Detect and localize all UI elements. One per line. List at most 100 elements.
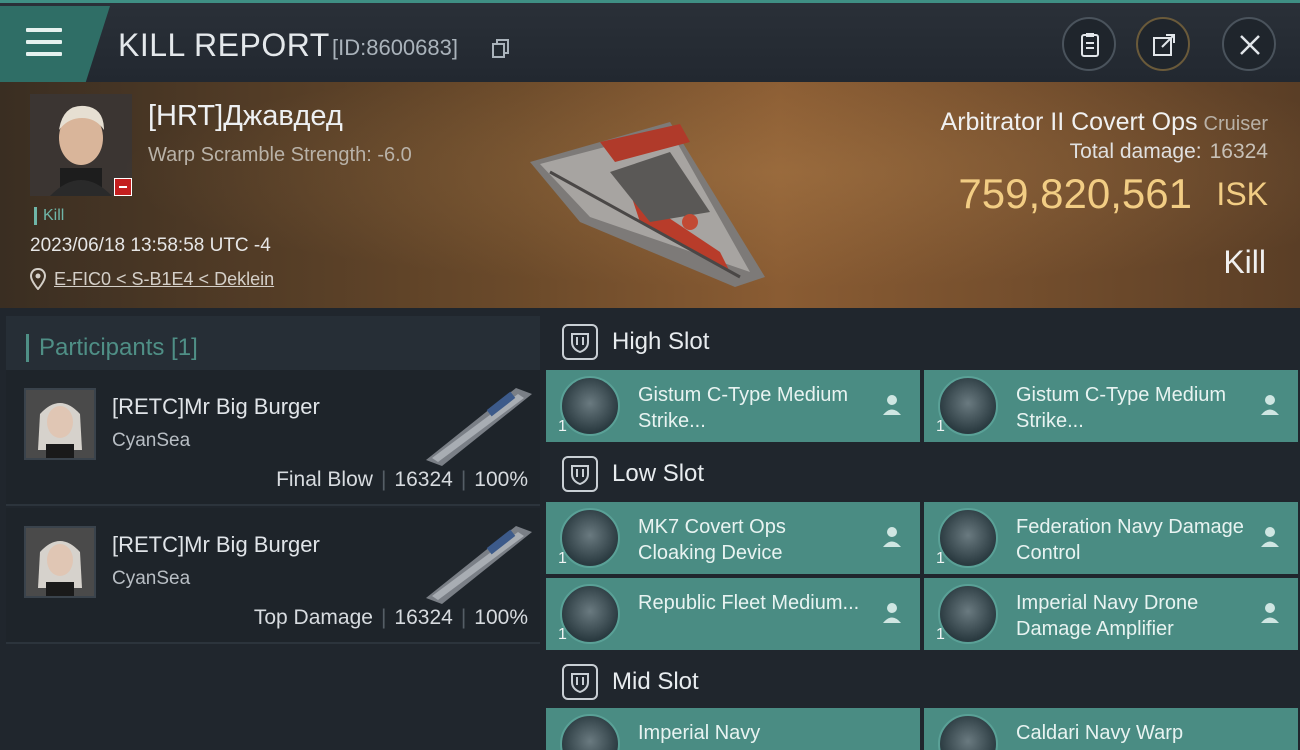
participant-name[interactable]: [RETC]Mr Big Burger: [112, 394, 320, 420]
cloaking-device-icon: [560, 508, 620, 568]
slot-shield-icon: [562, 324, 598, 360]
participant-corp: CyanSea: [112, 568, 191, 589]
ship-name[interactable]: Arbitrator II Covert Ops Cruiser: [941, 108, 1268, 137]
total-damage-value: 16324: [1209, 140, 1268, 163]
share-button[interactable]: [1136, 17, 1190, 71]
ship-image: [530, 122, 765, 287]
participant-role: Top Damage: [253, 606, 373, 629]
fitting-panel: High Slot 1 Gistum C-Type Medium Strike.…: [540, 308, 1300, 750]
module-quantity: 1: [936, 418, 945, 435]
ship-class: Cruiser: [1203, 113, 1268, 135]
ship-type: Arbitrator II Covert Ops: [940, 108, 1198, 136]
weapon-image: [426, 388, 532, 466]
person-icon: [1261, 603, 1279, 623]
mid-slot-header: Mid Slot: [546, 650, 1300, 712]
module-card[interactable]: Caldari Navy Warp: [924, 708, 1298, 750]
hamburger-icon: [26, 28, 62, 58]
person-icon: [883, 603, 901, 623]
location-pin-icon: [30, 268, 46, 290]
participant-damage: 16324: [394, 468, 453, 491]
total-damage-label: Total damage:: [1069, 140, 1202, 163]
slot-shield-icon: [562, 456, 598, 492]
person-icon: [883, 527, 901, 547]
participant-avatar[interactable]: [24, 388, 96, 460]
high-slot-label: High Slot: [612, 328, 710, 355]
participant-percent: 100%: [474, 606, 528, 629]
module-quantity: 1: [558, 418, 567, 435]
slot-shield-icon: [562, 664, 598, 700]
isk-value: 759,820,561: [958, 170, 1192, 217]
participant-corp: CyanSea: [112, 430, 191, 451]
participant-stats: Top Damage | 16324 | 100%: [254, 606, 528, 630]
victim-name[interactable]: [HRT]Джавдед: [148, 100, 343, 133]
module-name: Imperial Navy Drone Damage Amplifier: [1016, 592, 1199, 640]
module-name: Republic Fleet Medium...: [638, 592, 860, 614]
participant-name[interactable]: [RETC]Mr Big Burger: [112, 532, 320, 558]
isk-unit: ISK: [1216, 176, 1268, 212]
copy-icon[interactable]: [492, 39, 510, 59]
total-damage: Total damage: 16324: [1070, 140, 1268, 164]
status-badge: [114, 178, 132, 196]
top-bar: KILL REPORT [ID:8600683]: [0, 0, 1300, 82]
module-quantity: 1: [936, 550, 945, 567]
module-card[interactable]: 1 Gistum C-Type Medium Strike...: [924, 370, 1298, 442]
participant-role: Final Blow: [276, 468, 373, 491]
location-link[interactable]: E-FIC0 < S-B1E4 < Deklein: [54, 269, 274, 290]
share-icon: [1153, 34, 1175, 56]
module-name: Federation Navy Damage Control: [1016, 516, 1244, 564]
participant-avatar[interactable]: [24, 526, 96, 598]
participants-panel: Participants [1] [RETC]Mr Big Burger Cya…: [0, 308, 540, 750]
mid-slot-label: Mid Slot: [612, 668, 699, 695]
module-card[interactable]: 1 Imperial Navy Drone Damage Amplifier: [924, 578, 1298, 650]
weapon-image: [426, 526, 532, 604]
participant-portrait-image: [26, 528, 94, 596]
module-quantity: 1: [558, 550, 567, 567]
page-title: KILL REPORT: [118, 27, 330, 63]
clipboard-button[interactable]: [1062, 17, 1116, 71]
participant-row[interactable]: [RETC]Mr Big Burger CyanSea Top Damage | 1…: [6, 508, 540, 644]
drone-amplifier-icon: [938, 584, 998, 644]
module-name: MK7 Covert Ops Cloaking Device: [638, 516, 786, 564]
warp-scramble-strength: Warp Scramble Strength: -6.0: [148, 144, 412, 166]
kill-result-label: Kill: [1223, 244, 1266, 280]
missile-launcher-icon: [560, 376, 620, 436]
participants-title: Participants [1]: [26, 334, 198, 362]
module-name: Gistum C-Type Medium Strike...: [1016, 384, 1227, 432]
module-name: Gistum C-Type Medium Strike...: [638, 384, 849, 432]
kill-datetime: 2023/06/18 13:58:58 UTC -4: [30, 235, 271, 256]
stat-divider: |: [460, 606, 467, 629]
person-icon: [883, 395, 901, 415]
missile-launcher-icon: [938, 376, 998, 436]
person-icon: [1261, 395, 1279, 415]
module-card[interactable]: 1 MK7 Covert Ops Cloaking Device: [546, 502, 920, 574]
energy-module-icon: [560, 584, 620, 644]
kill-tag: Kill: [34, 207, 64, 225]
high-slot-header: High Slot: [546, 310, 1300, 372]
module-card[interactable]: 1 Federation Navy Damage Control: [924, 502, 1298, 574]
victim-banner: [HRT]Джавдед Warp Scramble Strength: -6.…: [0, 82, 1300, 308]
kill-report-screen: KILL REPORT [ID:8600683] [HRT]Джавдед Wa…: [0, 0, 1300, 750]
module-icon: [560, 714, 620, 750]
module-card[interactable]: 1 Republic Fleet Medium...: [546, 578, 920, 650]
damage-control-icon: [938, 508, 998, 568]
stat-divider: |: [460, 468, 467, 491]
module-quantity: 1: [558, 626, 567, 643]
module-name: Imperial Navy: [638, 722, 761, 744]
person-icon: [1261, 527, 1279, 547]
participant-row[interactable]: [RETC]Mr Big Burger CyanSea Final Blow | 1…: [6, 370, 540, 506]
low-slot-header: Low Slot: [546, 442, 1300, 504]
report-id: [ID:8600683]: [332, 35, 458, 60]
low-slot-label: Low Slot: [612, 460, 705, 487]
participants-header[interactable]: Participants [1]: [6, 316, 540, 376]
module-card[interactable]: Imperial Navy: [546, 708, 920, 750]
module-card[interactable]: 1 Gistum C-Type Medium Strike...: [546, 370, 920, 442]
close-icon: [1240, 35, 1260, 55]
module-icon: [938, 714, 998, 750]
stat-divider: |: [380, 468, 387, 491]
clipboard-icon: [1081, 33, 1099, 57]
participant-damage: 16324: [394, 606, 453, 629]
module-name: Caldari Navy Warp: [1016, 722, 1184, 744]
menu-button[interactable]: [0, 6, 110, 82]
close-button[interactable]: [1222, 17, 1276, 71]
stat-divider: |: [380, 606, 387, 629]
